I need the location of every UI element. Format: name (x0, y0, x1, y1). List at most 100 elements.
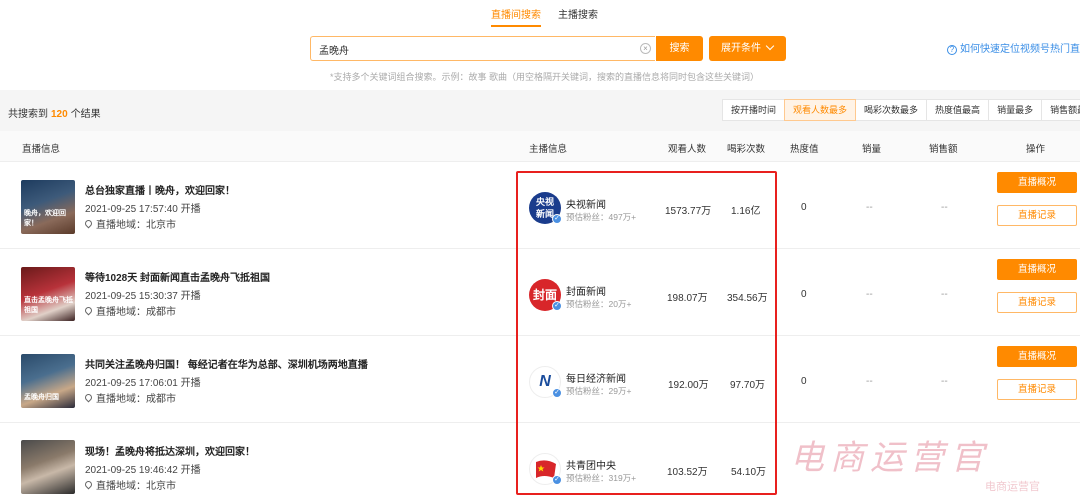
location-text: 直播地域：北京市 (96, 481, 176, 492)
col-sales: 销量 (862, 144, 882, 155)
verified-badge-icon: ✓ (552, 475, 562, 485)
location-pin-icon (83, 392, 94, 403)
sort-by-viewers[interactable]: 观看人数最多 (784, 99, 857, 121)
avatar-logo-text: 封面 (532, 288, 557, 302)
sales-value: -- (866, 289, 873, 300)
clear-icon[interactable]: × (640, 43, 651, 54)
live-record-button[interactable]: 直播记录 (997, 292, 1077, 313)
col-operations: 操作 (1026, 144, 1046, 155)
live-start-time: 2021-09-25 17:57:40 开播 (85, 204, 201, 215)
results-bar: 共搜索到 120 个结果 按开播时间 观看人数最多 喝彩次数最多 热度值最高 销量最… (0, 90, 1080, 131)
table-row: 孟晚舟归国 共同关注孟晚舟归国！ 每经记者在华为总部、深圳机场两地直播 2021… (0, 336, 1080, 423)
sort-bar: 按开播时间 观看人数最多 喝彩次数最多 热度值最高 销量最多 销售额最多 (722, 99, 1080, 121)
live-start-time: 2021-09-25 17:06:01 开播 (85, 378, 201, 389)
col-anchor-info: 主播信息 (529, 144, 568, 155)
sales-value: -- (866, 376, 873, 387)
table-row: 现场！孟晚舟将抵达深圳，欢迎回家！ 2021-09-25 19:46:42 开播… (0, 423, 1080, 500)
thumbnail-caption: 直击孟晚舟飞抵祖国 (24, 297, 73, 314)
table-row: 晚舟，欢迎回家！ 总台独家直播丨晚舟，欢迎回家！ 2021-09-25 17:5… (0, 162, 1080, 249)
search-box: × (310, 36, 655, 61)
verified-badge-icon: ✓ (552, 214, 562, 224)
col-viewers: 观看人数 (668, 144, 707, 155)
chevron-down-icon (765, 41, 775, 51)
tab-anchor-search[interactable]: 主播搜索 (558, 6, 598, 21)
col-live-info: 直播信息 (22, 144, 61, 155)
live-start-time: 2021-09-25 15:30:37 开播 (85, 291, 201, 302)
sort-by-sales[interactable]: 销量最多 (988, 99, 1043, 121)
heat-value: 0 (801, 376, 807, 387)
verified-badge-icon: ✓ (552, 388, 562, 398)
live-record-button[interactable]: 直播记录 (997, 379, 1077, 400)
table-row: 直击孟晚舟飞抵祖国 等待1028天 封面新闻直击孟晚舟飞抵祖国 2021-09-… (0, 249, 1080, 336)
anchor-name[interactable]: 封面新闻 (566, 283, 606, 298)
anchor-name[interactable]: 每日经济新闻 (566, 370, 626, 385)
anchor-fans: 预估粉丝：319万+ (566, 473, 637, 483)
search-type-tabs: 直播间搜索 主播搜索 (0, 0, 1080, 27)
help-link-label: 如何快速定位视频号热门直播 (960, 44, 1080, 55)
location-text: 直播地域：成都市 (96, 394, 176, 405)
thumbnail-caption: 孟晚舟归国 (24, 394, 59, 401)
help-link[interactable]: ? 如何快速定位视频号热门直播 (947, 40, 1080, 55)
live-location: 直播地域：成都市 (83, 303, 176, 318)
search-row: × 搜索 展开条件 ?如何快速定位视频号热门直播 (0, 36, 1080, 62)
live-location: 直播地域：北京市 (83, 477, 176, 492)
location-pin-icon (83, 218, 94, 229)
live-location: 直播地域：北京市 (83, 216, 176, 231)
live-title[interactable]: 现场！孟晚舟将抵达深圳，欢迎回家！ (85, 443, 255, 458)
search-hint: *支持多个关键词组合搜索。示例：故事 歌曲（用空格隔开关键词，搜索的直播信息将同… (330, 72, 760, 82)
cheers-value: 354.56万 (727, 293, 768, 304)
heat-value: 0 (801, 289, 807, 300)
live-title[interactable]: 总台独家直播丨晚舟，欢迎回家！ (85, 182, 235, 197)
table-header: 直播信息 主播信息 观看人数 喝彩次数 热度值 销量 销售额 操作 (0, 131, 1080, 162)
tab-live-room-search[interactable]: 直播间搜索 (491, 6, 541, 27)
live-overview-button[interactable]: 直播概况 (997, 259, 1077, 280)
sales-value: -- (866, 202, 873, 213)
sort-by-start-time[interactable]: 按开播时间 (722, 99, 786, 121)
live-thumbnail[interactable] (21, 440, 75, 494)
expand-filters-button[interactable]: 展开条件 (709, 36, 786, 61)
live-overview-button[interactable]: 直播概况 (997, 346, 1077, 367)
live-start-time: 2021-09-25 19:46:42 开播 (85, 465, 201, 476)
sort-by-heat[interactable]: 热度值最高 (926, 99, 990, 121)
col-revenue: 销售额 (929, 144, 958, 155)
results-suffix: 个结果 (70, 109, 101, 120)
location-pin-icon (83, 305, 94, 316)
live-record-button[interactable]: 直播记录 (997, 205, 1077, 226)
location-pin-icon (83, 479, 94, 490)
live-overview-button[interactable]: 直播概况 (997, 172, 1077, 193)
search-input[interactable] (319, 42, 639, 56)
expand-filters-label: 展开条件 (721, 43, 761, 54)
revenue-value: -- (941, 376, 948, 387)
cheers-value: 54.10万 (731, 467, 767, 478)
avatar-logo-text: N (539, 373, 551, 390)
col-heat: 热度值 (790, 144, 819, 155)
question-icon: ? (947, 45, 957, 55)
viewers-value: 198.07万 (667, 293, 708, 304)
live-title[interactable]: 共同关注孟晚舟归国！ 每经记者在华为总部、深圳机场两地直播 (85, 356, 368, 371)
sort-by-cheers[interactable]: 喝彩次数最多 (855, 99, 928, 121)
anchor-name[interactable]: 共青团中央 (566, 457, 616, 472)
live-location: 直播地域：成都市 (83, 390, 176, 405)
sort-by-revenue[interactable]: 销售额最多 (1041, 99, 1080, 121)
heat-value: 0 (801, 202, 807, 213)
search-button[interactable]: 搜索 (656, 36, 703, 61)
viewers-value: 192.00万 (668, 380, 709, 391)
live-thumbnail[interactable]: 直击孟晚舟飞抵祖国 (21, 267, 75, 321)
cheers-value: 1.16亿 (731, 206, 761, 217)
verified-badge-icon: ✓ (552, 301, 562, 311)
viewers-value: 103.52万 (667, 467, 708, 478)
anchor-name[interactable]: 央视新闻 (566, 196, 606, 211)
cheers-value: 97.70万 (730, 380, 766, 391)
location-text: 直播地域：北京市 (96, 220, 176, 231)
location-text: 直播地域：成都市 (96, 307, 176, 318)
live-thumbnail[interactable]: 孟晚舟归国 (21, 354, 75, 408)
col-cheers: 喝彩次数 (727, 144, 766, 155)
viewers-value: 1573.77万 (665, 206, 712, 217)
thumbnail-caption: 晚舟，欢迎回家！ (24, 210, 66, 227)
live-thumbnail[interactable]: 晚舟，欢迎回家！ (21, 180, 75, 234)
results-count: 共搜索到 120 个结果 (8, 105, 101, 120)
results-number: 120 (51, 109, 68, 120)
anchor-fans: 预估粉丝：29万+ (566, 386, 632, 396)
live-title[interactable]: 等待1028天 封面新闻直击孟晚舟飞抵祖国 (85, 269, 270, 284)
anchor-fans: 预估粉丝：497万+ (566, 212, 637, 222)
